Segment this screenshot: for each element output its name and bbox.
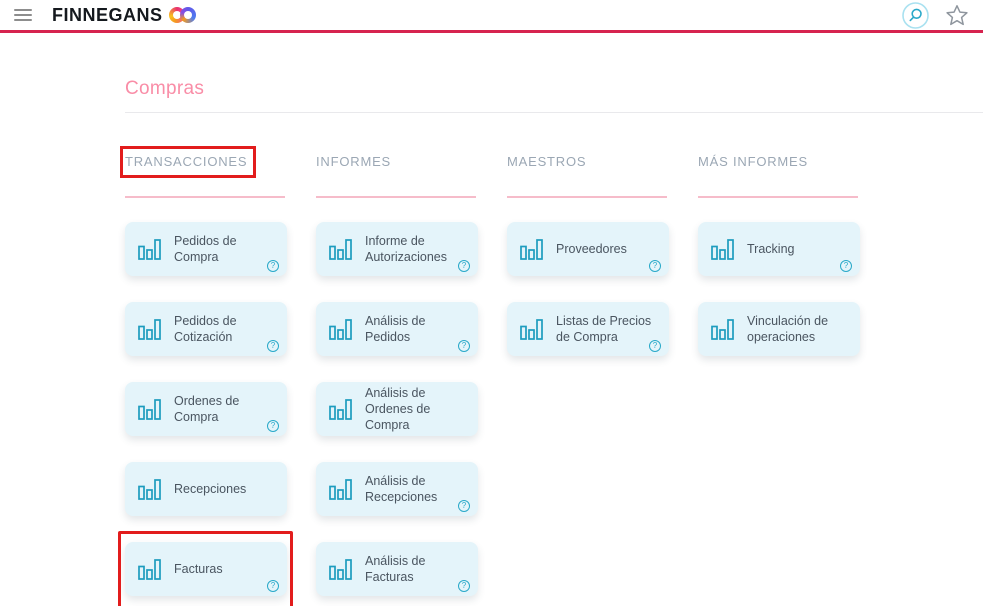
finnegans-rings-icon	[168, 7, 196, 23]
module-card[interactable]: Análisis de Pedidos ?	[316, 302, 478, 356]
bar-chart-icon	[329, 558, 352, 580]
card-label: Análisis de Ordenes de Compra	[365, 385, 431, 433]
search-icon[interactable]	[902, 1, 929, 29]
module-card[interactable]: Recepciones ?	[125, 462, 287, 516]
column-header: INFORMES	[316, 154, 392, 169]
help-icon[interactable]: ?	[458, 340, 470, 352]
module-column: MAESTROS Proveedores ? Listas de Precios…	[507, 153, 669, 606]
card-label: Informe de Autorizaciones	[365, 233, 447, 264]
card-label: Pedidos de Cotización	[174, 313, 237, 344]
card-label: Tracking	[747, 241, 795, 256]
module-card[interactable]: Pedidos de Cotización ?	[125, 302, 287, 356]
star-favorites-icon[interactable]	[945, 4, 969, 27]
top-bar: FINNEGANS	[0, 0, 983, 33]
column-header: MÁS INFORMES	[698, 154, 808, 169]
module-column: INFORMES Informe de Autorizaciones ? Aná…	[316, 153, 478, 606]
module-card[interactable]: Tracking ?	[698, 222, 860, 276]
card-label: Proveedores	[556, 241, 627, 256]
bar-chart-icon	[711, 238, 734, 260]
module-card[interactable]: Pedidos de Compra ?	[125, 222, 287, 276]
bar-chart-icon	[138, 318, 161, 340]
column-underline	[698, 196, 858, 198]
main-content: Compras TRANSACCIONES Pedidos de Compra …	[0, 33, 983, 606]
column-header: TRANSACCIONES	[119, 146, 257, 178]
module-card[interactable]: Proveedores ?	[507, 222, 669, 276]
bar-chart-icon	[329, 318, 352, 340]
column-underline	[125, 196, 285, 198]
hamburger-menu-icon[interactable]	[14, 9, 32, 21]
help-icon[interactable]: ?	[458, 580, 470, 592]
module-column: TRANSACCIONES Pedidos de Compra ? Pedido…	[118, 146, 293, 606]
column-header: MAESTROS	[507, 154, 587, 169]
module-column: MÁS INFORMES Tracking ? Vinculación de o…	[698, 153, 860, 606]
brand-name: FINNEGANS	[52, 4, 163, 25]
card-label: Análisis de Recepciones	[365, 473, 438, 504]
module-card[interactable]: Ordenes de Compra ?	[125, 382, 287, 436]
bar-chart-icon	[138, 558, 161, 580]
module-card[interactable]: Análisis de Ordenes de Compra ?	[316, 382, 478, 436]
bar-chart-icon	[138, 398, 161, 420]
bar-chart-icon	[520, 238, 543, 260]
card-list: Tracking ? Vinculación de operaciones ?	[698, 222, 860, 356]
card-label: Ordenes de Compra	[174, 393, 240, 424]
module-card[interactable]: Listas de Precios de Compra ?	[507, 302, 669, 356]
card-label: Análisis de Pedidos	[365, 313, 426, 344]
card-label: Recepciones	[174, 481, 247, 496]
card-list: Informe de Autorizaciones ? Análisis de …	[316, 222, 478, 596]
bar-chart-icon	[138, 238, 161, 260]
module-columns: TRANSACCIONES Pedidos de Compra ? Pedido…	[118, 146, 983, 606]
app-window: FINNEGANS Compras TRANSACCIONES Pedidos …	[0, 0, 983, 606]
card-label: Pedidos de Compra	[174, 233, 237, 264]
module-card[interactable]: Facturas ?	[118, 531, 293, 606]
page-title: Compras	[125, 78, 205, 99]
card-list: Pedidos de Compra ? Pedidos de Cotizació…	[118, 222, 293, 606]
bar-chart-icon	[329, 398, 352, 420]
help-icon[interactable]: ?	[458, 500, 470, 512]
card-label: Análisis de Facturas	[365, 553, 426, 584]
column-underline	[316, 196, 476, 198]
help-icon[interactable]: ?	[649, 260, 661, 272]
help-icon[interactable]: ?	[267, 340, 279, 352]
help-icon[interactable]: ?	[649, 340, 661, 352]
help-icon[interactable]: ?	[267, 260, 279, 272]
bar-chart-icon	[711, 318, 734, 340]
card-label: Vinculación de operaciones	[747, 313, 829, 344]
brand-logo[interactable]: FINNEGANS	[52, 5, 196, 26]
column-underline	[507, 196, 667, 198]
module-card[interactable]: Vinculación de operaciones ?	[698, 302, 860, 356]
module-card[interactable]: Análisis de Facturas ?	[316, 542, 478, 596]
card-list: Proveedores ? Listas de Precios de Compr…	[507, 222, 669, 356]
bar-chart-icon	[329, 238, 352, 260]
card-label: Listas de Precios de Compra	[556, 313, 652, 344]
bar-chart-icon	[329, 478, 352, 500]
card-label: Facturas	[174, 561, 223, 576]
bar-chart-icon	[520, 318, 543, 340]
help-icon[interactable]: ?	[840, 260, 852, 272]
help-icon[interactable]: ?	[458, 260, 470, 272]
module-card[interactable]: Análisis de Recepciones ?	[316, 462, 478, 516]
help-icon[interactable]: ?	[267, 580, 279, 592]
help-icon[interactable]: ?	[267, 420, 279, 432]
title-divider	[125, 112, 983, 113]
module-card[interactable]: Informe de Autorizaciones ?	[316, 222, 478, 276]
bar-chart-icon	[138, 478, 161, 500]
